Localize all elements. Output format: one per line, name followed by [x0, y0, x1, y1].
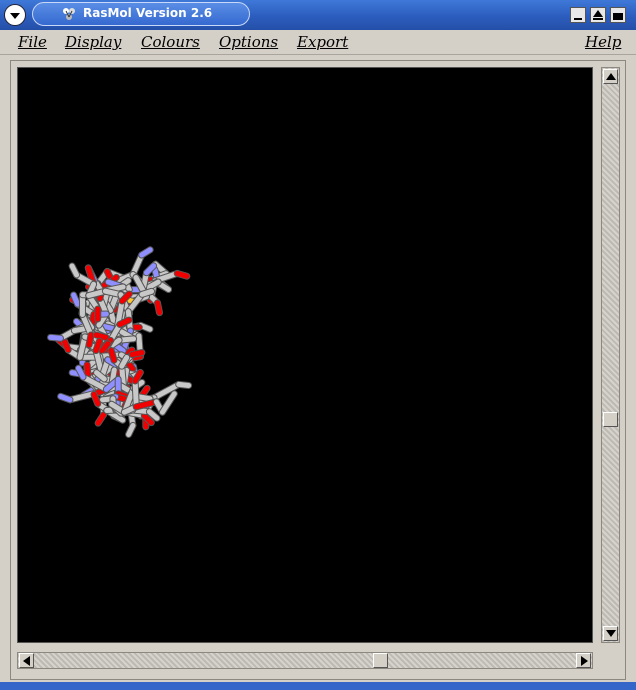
bond — [48, 334, 63, 341]
menu-file[interactable]: File — [18, 33, 47, 51]
menu-help[interactable]: Help — [585, 33, 621, 51]
bond — [86, 332, 94, 348]
scroll-up-button[interactable] — [603, 69, 618, 84]
bond — [84, 362, 91, 378]
horizontal-scrollbar[interactable] — [17, 652, 593, 669]
title-bar[interactable]: RasMol Version 2.6 — [0, 0, 636, 30]
title-pill: RasMol Version 2.6 — [32, 2, 250, 26]
minimize-icon[interactable] — [570, 7, 586, 23]
maximize-icon[interactable] — [590, 7, 606, 23]
window-title: RasMol Version 2.6 — [83, 6, 213, 20]
menu-export[interactable]: Export — [297, 33, 348, 51]
bond — [132, 378, 139, 410]
molecule-render — [47, 246, 193, 438]
bond — [139, 288, 155, 297]
bond — [176, 381, 192, 388]
bond — [93, 332, 109, 341]
bond — [58, 393, 73, 403]
bond — [93, 338, 102, 354]
vertical-scrollbar[interactable] — [601, 67, 620, 643]
bond — [154, 300, 163, 316]
vertical-scroll-thumb[interactable] — [603, 411, 618, 427]
menu-display[interactable]: Display — [65, 33, 121, 51]
bond — [159, 391, 177, 415]
menu-bar: File Display Colours Options Export Help — [0, 30, 636, 55]
bond — [129, 350, 145, 358]
scroll-down-button[interactable] — [603, 626, 618, 641]
bond — [108, 348, 117, 363]
window-menu-icon[interactable] — [4, 4, 26, 26]
bond — [91, 391, 101, 407]
scroll-right-button[interactable] — [576, 653, 591, 668]
molecule-canvas[interactable] — [17, 67, 593, 643]
molecule-bonds — [47, 246, 193, 438]
window-bottom-border — [0, 682, 636, 690]
close-icon[interactable] — [610, 7, 626, 23]
scroll-left-button[interactable] — [19, 653, 34, 668]
menu-colours[interactable]: Colours — [141, 33, 200, 51]
menu-options[interactable]: Options — [219, 33, 278, 51]
rasmol-app-icon — [63, 8, 75, 20]
horizontal-scroll-thumb[interactable] — [372, 653, 388, 668]
bond — [174, 270, 190, 279]
